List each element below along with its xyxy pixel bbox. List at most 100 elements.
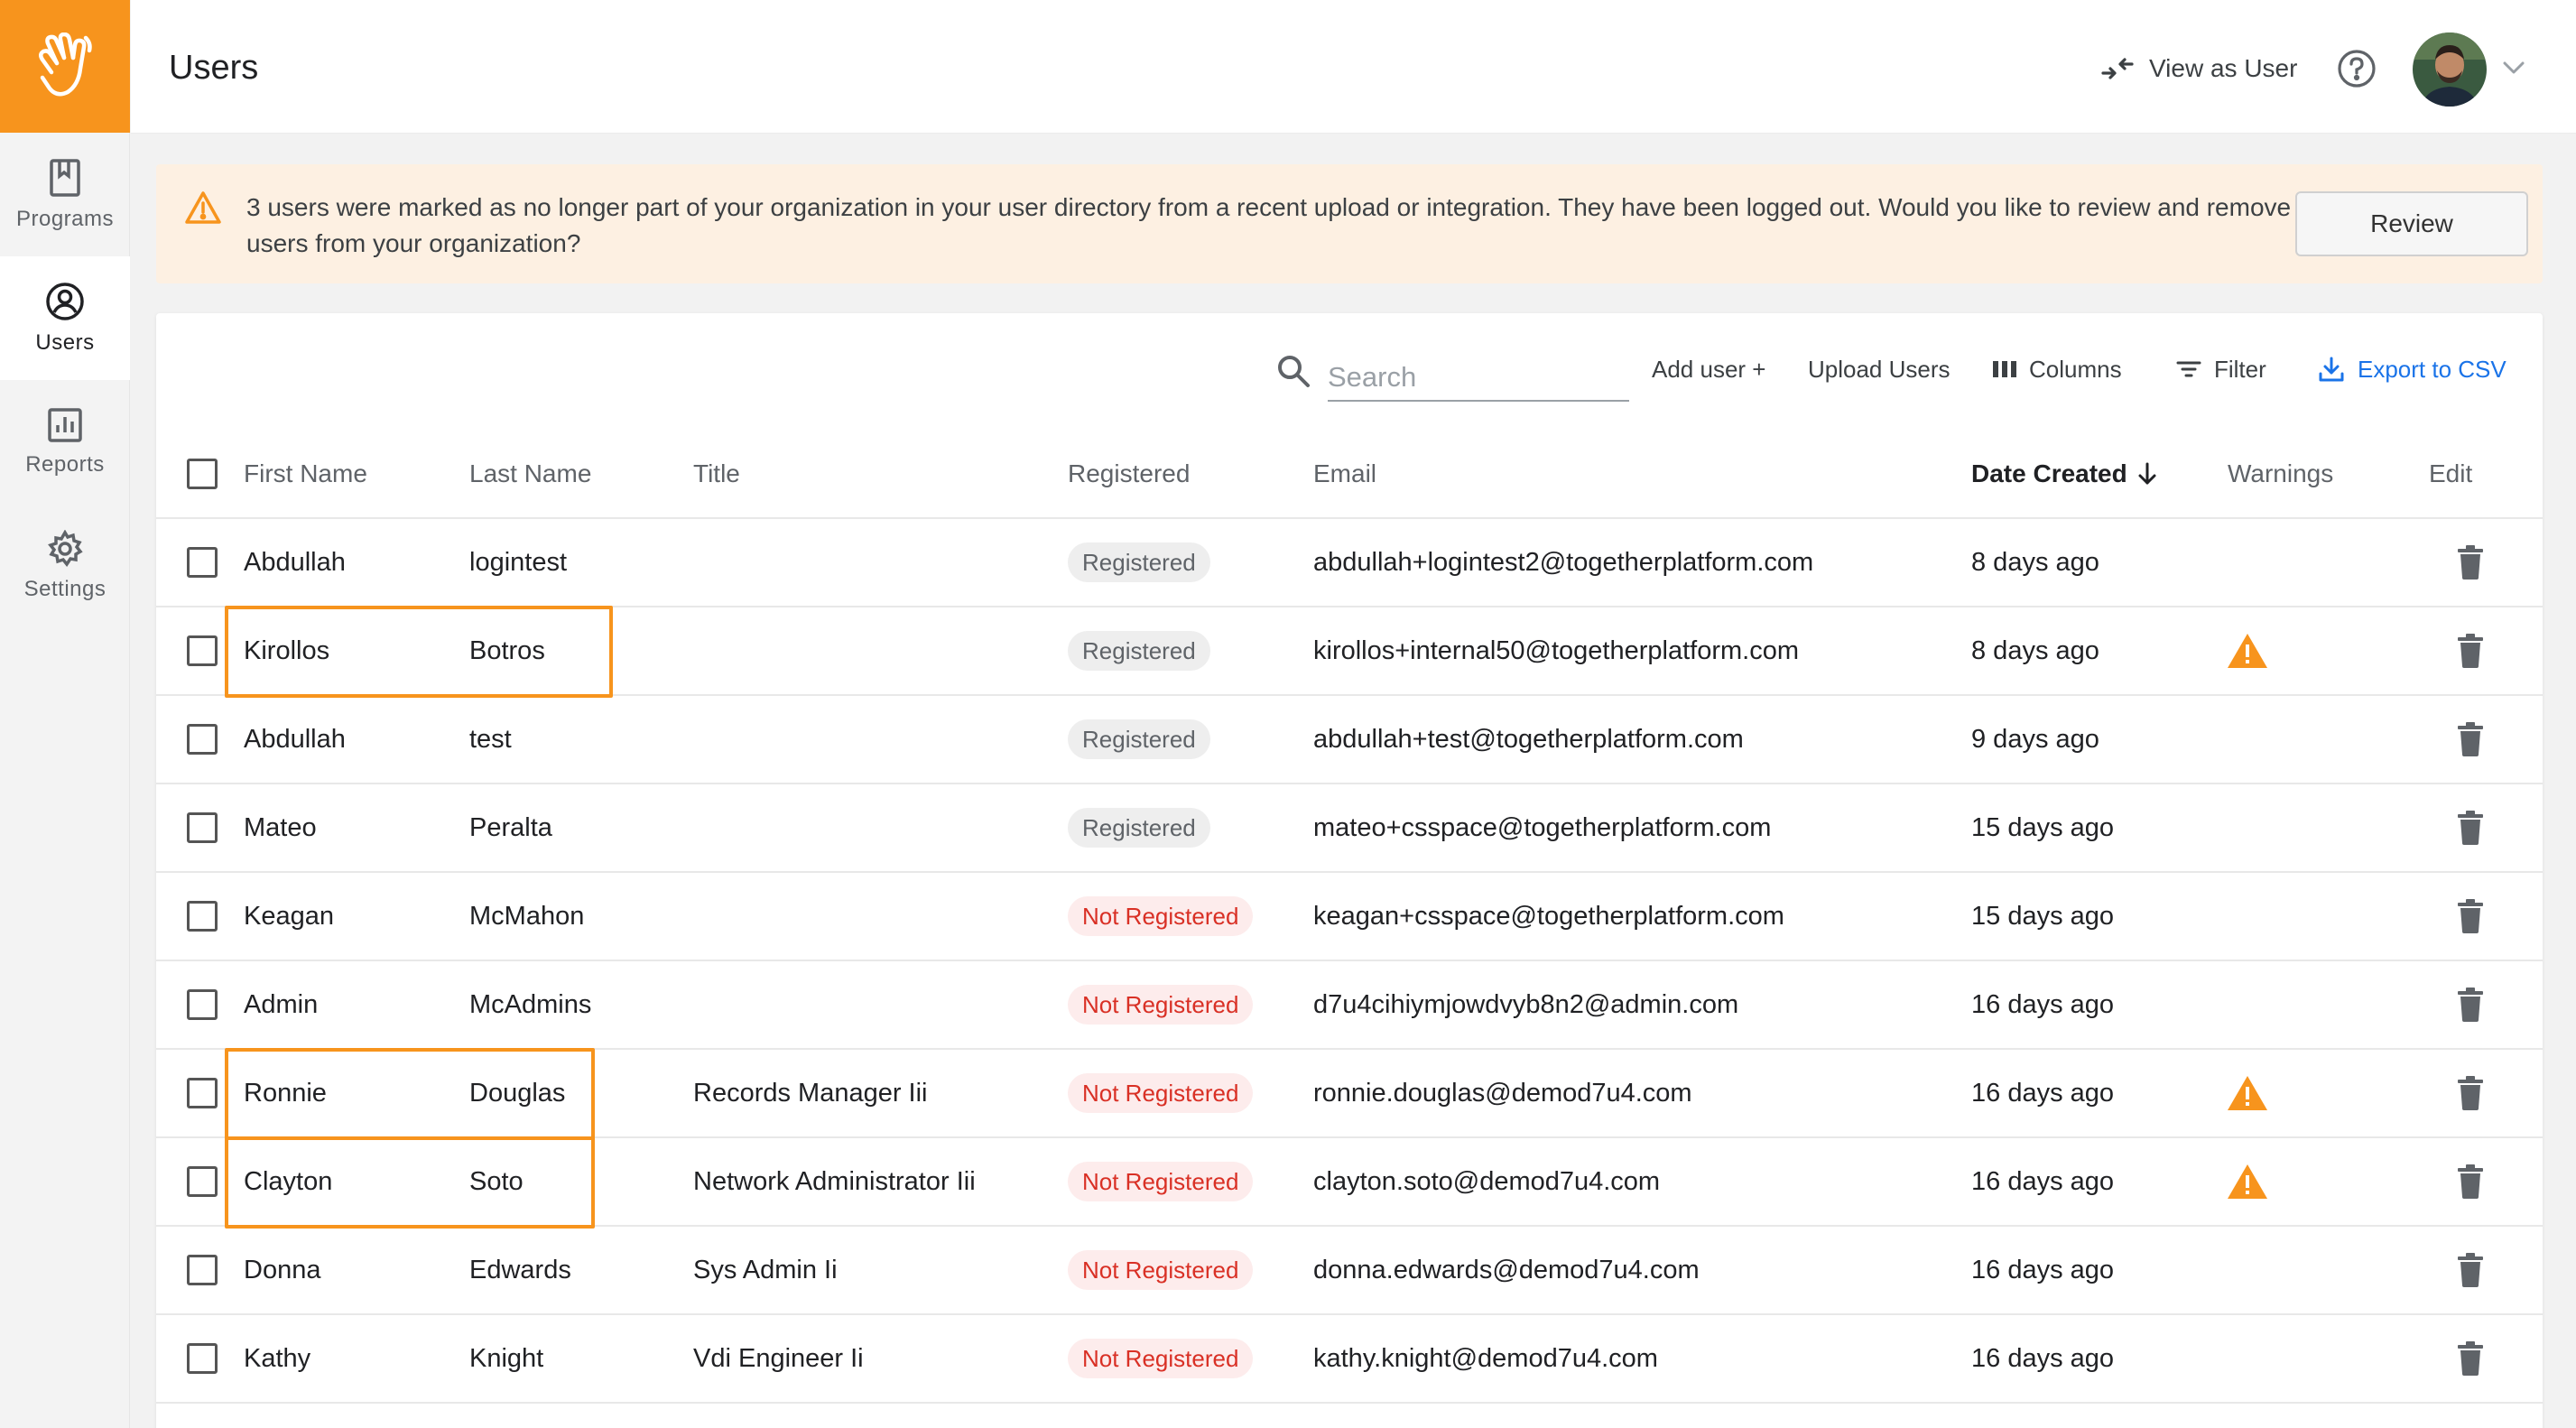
warning-icon[interactable] <box>2226 632 2269 670</box>
edit-cell <box>2456 607 2485 694</box>
row-checkbox[interactable] <box>187 1078 218 1108</box>
column-header-warnings[interactable]: Warnings <box>2228 431 2333 517</box>
date-created-cell: 15 days ago <box>1971 901 2115 931</box>
trash-icon[interactable] <box>2456 722 2485 756</box>
row-checkbox[interactable] <box>187 635 218 666</box>
date-created-cell: 15 days ago <box>1971 812 2115 842</box>
last-name-cell: Botros <box>469 635 545 665</box>
table-row: Donna Edwards Sys Admin Ii donna.edwards@de… <box>156 1227 2543 1315</box>
filter-button[interactable]: Filter <box>2176 351 2266 387</box>
row-select-cell <box>187 1050 218 1136</box>
date-created-label: Date Created <box>1971 459 2127 487</box>
columns-icon <box>1993 361 2016 377</box>
column-header-first-name[interactable]: First Name <box>244 431 367 517</box>
help-circle-icon[interactable] <box>2337 49 2377 93</box>
sidebar-item-users[interactable]: Users <box>0 256 130 380</box>
column-header-title[interactable]: Title <box>693 431 740 517</box>
date-created-cell: 9 days ago <box>1971 724 2099 754</box>
row-select-cell <box>187 873 218 960</box>
trash-icon[interactable] <box>2456 634 2485 668</box>
last-name-cell: Edwards <box>469 1255 571 1284</box>
search-input[interactable] <box>1328 349 1629 402</box>
alert-message: 3 users were marked as no longer part of… <box>246 193 2360 257</box>
table-row: Kirollos Botros kirollos+internal50@togeth… <box>156 607 2543 696</box>
status-badge: Registered <box>1068 719 1210 759</box>
export-csv-label: Export to CSV <box>2358 355 2507 383</box>
title-cell: Records Manager Iii <box>693 1078 928 1108</box>
review-button[interactable]: Review <box>2295 191 2528 256</box>
users-table-card: Add user + Upload Users Columns Filter E… <box>156 313 2543 1428</box>
trash-icon[interactable] <box>2456 545 2485 580</box>
email-cell: kirollos+internal50@togetherplatform.com <box>1313 635 1800 665</box>
column-header-date-created[interactable]: Date Created <box>1971 431 2158 517</box>
column-header-email[interactable]: Email <box>1313 431 1376 517</box>
table-row: Admin McAdmins d7u4cihiymjowdvyb8n2@admin.… <box>156 961 2543 1050</box>
column-header-registered[interactable]: Registered <box>1068 431 1190 517</box>
status-badge: Registered <box>1068 542 1210 582</box>
trash-icon[interactable] <box>2456 1253 2485 1287</box>
status-badge: Not Registered <box>1068 985 1254 1025</box>
row-select-cell <box>187 519 218 606</box>
row-checkbox[interactable] <box>187 901 218 932</box>
title-cell: Network Administrator Iii <box>693 1166 976 1196</box>
sidebar-item-reports[interactable]: Reports <box>0 380 130 504</box>
status-badge: Not Registered <box>1068 1339 1254 1378</box>
export-csv-button[interactable]: Export to CSV <box>2318 351 2507 387</box>
trash-icon[interactable] <box>2456 1164 2485 1199</box>
row-select-cell <box>187 1315 218 1402</box>
row-checkbox[interactable] <box>187 547 218 578</box>
row-checkbox[interactable] <box>187 1255 218 1285</box>
status-badge: Registered <box>1068 631 1210 671</box>
first-name-cell: Donna <box>244 1255 321 1284</box>
chevron-down-icon[interactable] <box>2502 60 2525 80</box>
row-checkbox[interactable] <box>187 812 218 843</box>
date-created-cell: 16 days ago <box>1971 1078 2115 1108</box>
sidebar-item-settings[interactable]: Settings <box>0 504 130 627</box>
date-created-cell: 8 days ago <box>1971 635 2099 665</box>
registered-cell: Not Registered <box>1068 1227 1254 1313</box>
table-row: Clayton Soto Network Administrator Iii clay… <box>156 1138 2543 1227</box>
table-row: Keagan McMahon keagan+csspace@togetherplat… <box>156 873 2543 961</box>
user-circle-icon <box>46 282 84 320</box>
status-badge: Not Registered <box>1068 1073 1254 1113</box>
select-all-checkbox[interactable] <box>187 459 218 489</box>
status-badge: Not Registered <box>1068 1250 1254 1290</box>
warning-icon[interactable] <box>2226 1163 2269 1201</box>
trash-icon[interactable] <box>2456 1341 2485 1376</box>
last-name-cell: Douglas <box>469 1078 566 1108</box>
view-as-user-button[interactable]: View as User <box>2100 51 2297 87</box>
registered-cell: Not Registered <box>1068 1315 1254 1402</box>
logo[interactable] <box>0 0 130 133</box>
swap-arrows-icon <box>2101 58 2134 79</box>
email-cell: kathy.knight@demod7u4.com <box>1313 1343 1658 1373</box>
title-cell: Vdi Engineer Ii <box>693 1343 864 1373</box>
email-cell: keagan+csspace@togetherplatform.com <box>1313 901 1784 931</box>
row-checkbox[interactable] <box>187 1343 218 1374</box>
email-cell: abdullah+test@togetherplatform.com <box>1313 724 1744 754</box>
row-select-cell <box>187 1227 218 1313</box>
columns-button[interactable]: Columns <box>1993 351 2122 387</box>
trash-icon[interactable] <box>2456 811 2485 845</box>
trash-icon[interactable] <box>2456 899 2485 933</box>
first-name-cell: Ronnie <box>244 1078 327 1108</box>
warning-icon[interactable] <box>2226 1074 2269 1112</box>
upload-users-button[interactable]: Upload Users <box>1808 351 1951 387</box>
sidebar: Programs Users Reports Settings <box>0 0 130 1428</box>
column-header-last-name[interactable]: Last Name <box>469 431 591 517</box>
sidebar-item-programs[interactable]: Programs <box>0 133 130 256</box>
row-checkbox[interactable] <box>187 989 218 1020</box>
edit-cell <box>2456 519 2485 606</box>
title-cell: Sys Admin Ii <box>693 1255 838 1284</box>
row-select-cell <box>187 696 218 783</box>
row-checkbox[interactable] <box>187 724 218 755</box>
add-user-button[interactable]: Add user + <box>1652 351 1765 387</box>
email-cell: d7u4cihiymjowdvyb8n2@admin.com <box>1313 989 1739 1019</box>
select-all-cell <box>187 431 218 517</box>
row-checkbox[interactable] <box>187 1166 218 1197</box>
avatar[interactable] <box>2413 32 2487 107</box>
trash-icon[interactable] <box>2456 1076 2485 1110</box>
date-created-cell: 16 days ago <box>1971 1255 2115 1284</box>
trash-icon[interactable] <box>2456 988 2485 1022</box>
last-name-cell: logintest <box>469 547 568 577</box>
last-name-cell: Soto <box>469 1166 524 1196</box>
